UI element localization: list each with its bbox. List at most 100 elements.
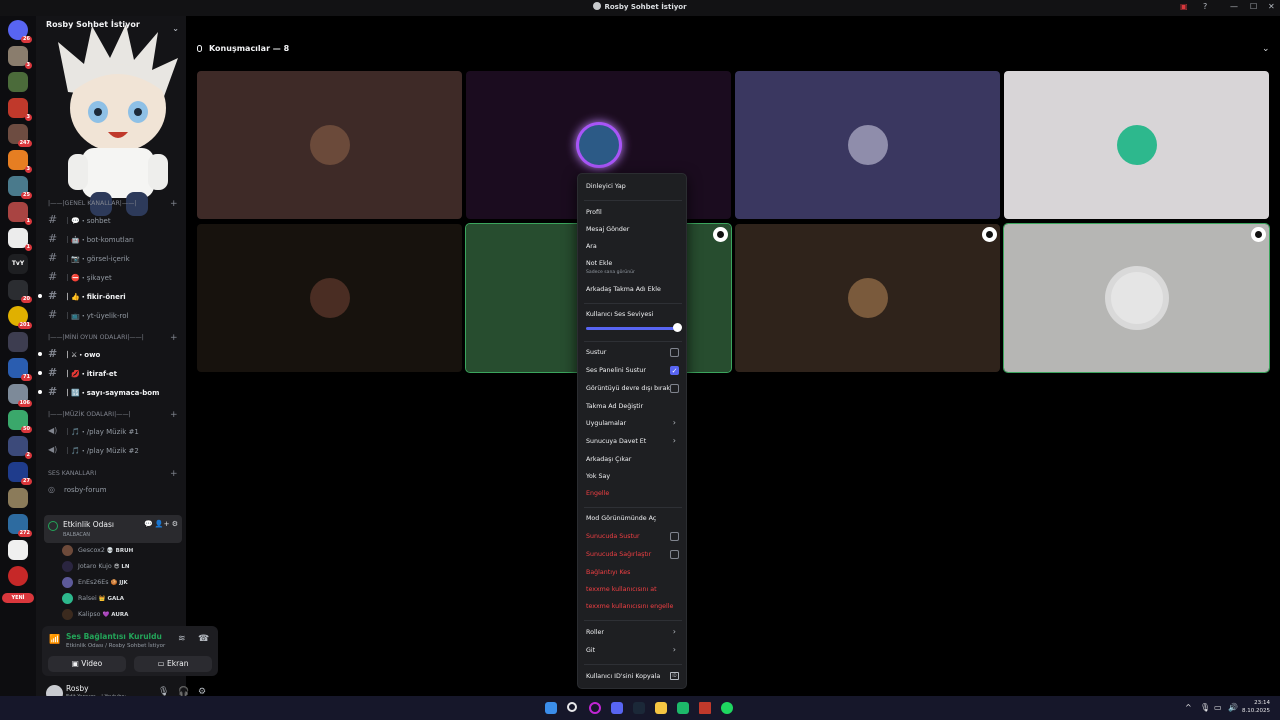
- server-icon[interactable]: [8, 72, 28, 92]
- noise-suppression-icon[interactable]: ≋: [178, 634, 186, 644]
- menu-item-mute[interactable]: Sustur: [586, 349, 606, 356]
- add-channel-icon[interactable]: +: [170, 410, 178, 422]
- search-icon[interactable]: [567, 702, 577, 712]
- server-icon[interactable]: 247: [8, 124, 32, 147]
- voice-member[interactable]: Gescox2 💀 BRUH: [62, 543, 177, 559]
- volume-icon[interactable]: 🔊: [1228, 703, 1238, 712]
- category-mini-oyun[interactable]: |——|MİNİ OYUN ODALARI|——|: [48, 334, 144, 346]
- menu-item-disconnect[interactable]: Bağlantıyı Kes: [586, 569, 630, 576]
- menu-item-mute-soundboard[interactable]: Ses Panelini Sustur: [586, 367, 646, 374]
- spotify-icon[interactable]: [721, 702, 733, 714]
- channel-bot-komutlari[interactable]: # ｜🤖・bot-komutları: [46, 231, 178, 249]
- forum-channel-rosby[interactable]: ◎ rosby-forum: [46, 482, 178, 500]
- menu-item-ignore[interactable]: Yok Say: [586, 473, 610, 480]
- channel-yt-uyelik-rol[interactable]: # ｜📺・yt-üyelik-rol: [46, 307, 178, 325]
- channel-owo[interactable]: # ｜⚔・owo: [38, 346, 178, 364]
- maximize-button[interactable]: ☐: [1250, 2, 1257, 11]
- speaker-tile[interactable]: [735, 71, 1000, 219]
- menu-item-roles[interactable]: Roller: [586, 629, 604, 636]
- server-icon[interactable]: [8, 540, 28, 560]
- server-icon[interactable]: [8, 332, 28, 352]
- category-ses[interactable]: SES KANALLARI: [48, 470, 96, 482]
- system-clock[interactable]: 23:14 8.10.2025: [1242, 699, 1270, 715]
- menu-item-add-note[interactable]: Not Ekle: [586, 260, 612, 267]
- server-icon[interactable]: 272: [8, 514, 32, 537]
- speaker-tile[interactable]: [197, 71, 462, 219]
- speaker-tile[interactable]: [1003, 223, 1270, 373]
- volume-slider-handle[interactable]: [673, 323, 682, 332]
- microphone-icon[interactable]: 🎙: [1200, 703, 1210, 712]
- menu-item-copy-user-id[interactable]: Kullanıcı ID'sini Kopyala: [586, 673, 660, 680]
- server-icon[interactable]: 3: [8, 98, 32, 121]
- channel-gorsel-icerik[interactable]: # ｜📷・görsel-içerik: [46, 250, 178, 268]
- menu-item-send-message[interactable]: Mesaj Gönder: [586, 226, 629, 233]
- voice-member[interactable]: Jotaro Kujo 😎 LN: [62, 559, 177, 575]
- server-icon[interactable]: 50: [8, 410, 32, 433]
- channel-sayi-saymaca-bom[interactable]: # ｜🔢・sayı-saymaca-bom: [38, 384, 178, 402]
- voice-status[interactable]: Ses Bağlantısı Kuruldu: [66, 632, 162, 641]
- network-icon[interactable]: ▭: [1214, 703, 1222, 712]
- menu-item-change-nickname[interactable]: Takma Ad Değiştir: [586, 403, 643, 410]
- screen-share-button[interactable]: ▭ Ekran: [134, 656, 212, 672]
- mute-checkbox[interactable]: [670, 348, 679, 357]
- menu-item-kick[interactable]: texxme kullanıcısını at: [586, 586, 657, 593]
- steam-icon[interactable]: [633, 702, 645, 714]
- server-icon[interactable]: 2: [8, 436, 32, 459]
- disable-video-checkbox[interactable]: [670, 384, 679, 393]
- voice-channel-muzik-2[interactable]: ◀) ｜🎵・/play Müzik #2: [46, 442, 178, 460]
- channel-fikir-oneri[interactable]: # ｜👍・fikir-öneri: [38, 288, 178, 306]
- server-icon[interactable]: 1: [8, 202, 32, 225]
- menu-item-ban[interactable]: texxme kullanıcısını engelle: [586, 603, 673, 610]
- server-icon[interactable]: 20: [8, 280, 32, 303]
- menu-item-add-friend-nickname[interactable]: Arkadaş Takma Adı Ekle: [586, 286, 661, 293]
- server-mute-checkbox[interactable]: [670, 532, 679, 541]
- windows-start-icon[interactable]: [545, 702, 557, 714]
- volume-slider[interactable]: [586, 327, 677, 330]
- server-icon[interactable]: 25: [8, 176, 32, 199]
- server-deafen-checkbox[interactable]: [670, 550, 679, 559]
- server-icon[interactable]: TvY: [8, 254, 28, 274]
- menu-item-disable-video[interactable]: Görüntüyü devre dışı bırak: [586, 385, 670, 392]
- menu-item-server-mute[interactable]: Sunucuda Sustur: [586, 533, 640, 540]
- new-badge[interactable]: YENİ: [2, 593, 34, 603]
- mute-soundboard-checkbox[interactable]: ✓: [670, 366, 679, 375]
- screen-share-icon[interactable]: ▣: [1180, 2, 1188, 11]
- voice-channel-muzik-1[interactable]: ◀) ｜🎵・/play Müzik #1: [46, 423, 178, 441]
- server-icon[interactable]: [8, 488, 28, 508]
- channel-itiraf-et[interactable]: # ｜💋・itiraf-et: [38, 365, 178, 383]
- video-button[interactable]: ▣ Video: [48, 656, 126, 672]
- channel-sohbet[interactable]: # ｜💬・sohbet: [46, 212, 178, 230]
- app-icon[interactable]: [677, 702, 689, 714]
- server-icon[interactable]: 201: [8, 306, 32, 329]
- server-icon[interactable]: 71: [8, 358, 32, 381]
- help-icon[interactable]: ?: [1203, 2, 1207, 11]
- discord-icon[interactable]: [611, 702, 623, 714]
- voice-member[interactable]: Ralsei 👑 GALA: [62, 591, 177, 607]
- category-genel[interactable]: |——|GENEL KANALLAR|——|: [48, 200, 136, 212]
- menu-item-call[interactable]: Ara: [586, 243, 597, 250]
- menu-item-block[interactable]: Engelle: [586, 490, 609, 497]
- server-icon[interactable]: 27: [8, 462, 32, 485]
- menu-item-apps[interactable]: Uygulamalar: [586, 420, 626, 427]
- server-icon[interactable]: 106: [8, 384, 32, 407]
- file-explorer-icon[interactable]: [655, 702, 667, 714]
- user-name[interactable]: Rosby: [66, 684, 89, 693]
- voice-member[interactable]: EnEs26Es 🍪 JJK: [62, 575, 177, 591]
- chevron-down-icon[interactable]: ⌄: [1262, 44, 1270, 54]
- menu-item-remove-friend[interactable]: Arkadaşı Çıkar: [586, 456, 631, 463]
- server-icon[interactable]: 1: [8, 228, 32, 251]
- menu-item-profile[interactable]: Profil: [586, 209, 602, 216]
- voice-member[interactable]: Kalipso 💜 AURA: [62, 607, 177, 623]
- speaker-tile[interactable]: [1004, 71, 1269, 219]
- disconnect-icon[interactable]: ☎: [198, 634, 209, 644]
- tray-expand-icon[interactable]: ^: [1185, 703, 1192, 712]
- server-icon[interactable]: 3: [8, 46, 32, 69]
- valorant-icon[interactable]: [699, 702, 711, 714]
- menu-item-listener[interactable]: Dinleyici Yap: [586, 183, 626, 190]
- browser-icon[interactable]: [589, 702, 601, 714]
- active-voice-channel[interactable]: Etkinlik Odası BALBACAN 💬 👤+ ⚙: [44, 515, 182, 543]
- speaker-tile[interactable]: [735, 224, 1000, 372]
- menu-item-invite[interactable]: Sunucuya Davet Et: [586, 438, 646, 445]
- server-icon[interactable]: 3: [8, 150, 32, 173]
- add-channel-icon[interactable]: +: [170, 199, 178, 211]
